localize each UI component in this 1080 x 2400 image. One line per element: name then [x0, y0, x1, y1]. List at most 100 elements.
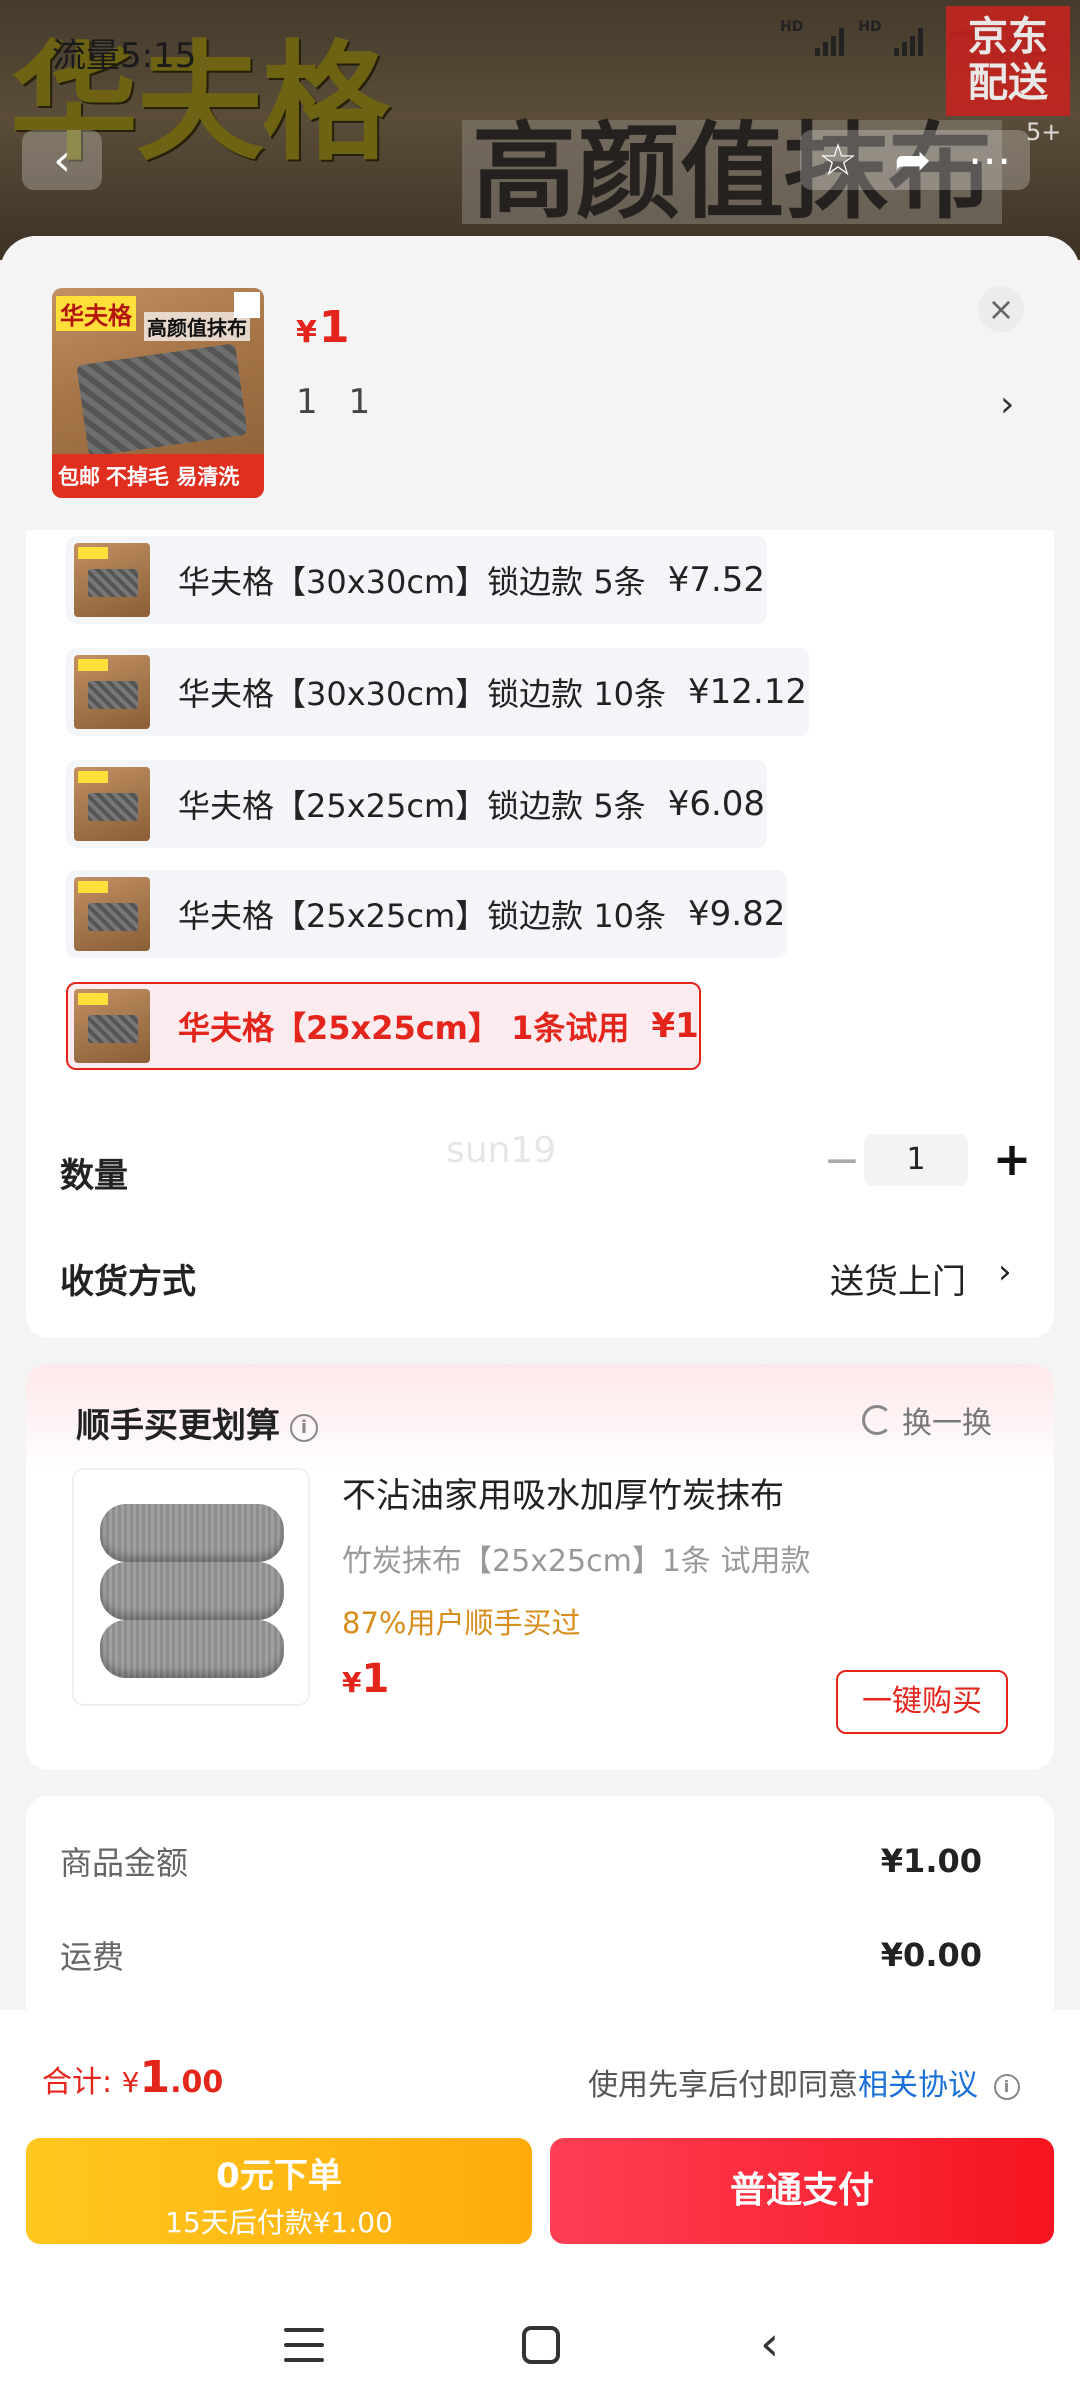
status-bar: 流量5:15 HD HD 63	[0, 0, 1080, 96]
towel-stack-top	[100, 1504, 284, 1562]
option-thumbnail	[74, 877, 150, 951]
thumb-footer: 包邮 不掉毛 易清洗	[52, 454, 264, 498]
recommendation-note: 87%用户顺手买过	[342, 1606, 581, 1640]
spec-option[interactable]: 华夫格【30x30cm】锁边款 10条 ¥12.12	[66, 648, 810, 736]
share-icon[interactable]: ➦	[894, 135, 931, 186]
badge-count: 5+	[1026, 118, 1062, 146]
recommendation-product-spec: 竹炭抹布【25x25cm】1条 试用款	[342, 1544, 811, 1579]
total-decimal: .00	[170, 2065, 224, 2100]
quantity-input[interactable]: 1	[864, 1134, 968, 1186]
option-thumbnail	[74, 989, 150, 1063]
option-price: ¥1	[651, 1006, 699, 1046]
home-icon[interactable]	[522, 2326, 560, 2364]
signal-icon	[815, 26, 845, 56]
system-navigation-bar: ‹	[0, 2310, 1080, 2400]
watermark: sun19	[446, 1130, 557, 1171]
recommendation-image[interactable]	[72, 1468, 310, 1706]
chevron-left-icon: ‹	[53, 134, 71, 186]
quantity-label: 数量	[60, 1156, 128, 1196]
goods-amount-label: 商品金额	[60, 1844, 189, 1882]
jd-mini-badge	[234, 292, 260, 318]
refresh-icon	[862, 1405, 892, 1435]
pay-later-button[interactable]: 0元下单 15天后付款¥1.00	[26, 2138, 532, 2244]
shipping-fee-value: ¥0.00	[880, 1936, 982, 1974]
spec-card: 华夫格【30x30cm】锁边款 5条 ¥7.52 华夫格【30x30cm】锁边款…	[26, 530, 1054, 1338]
option-price: ¥7.52	[667, 560, 766, 600]
delivery-label: 收货方式	[60, 1262, 196, 1302]
chevron-right-icon[interactable]: ›	[1000, 384, 1014, 425]
signal-icon-2	[893, 26, 923, 56]
goods-amount-value: ¥1.00	[880, 1842, 982, 1880]
total-label: 合计:	[42, 2065, 122, 2100]
spec-option-selected[interactable]: 华夫格【25x25cm】 1条试用 ¥1	[66, 982, 701, 1070]
swap-button[interactable]: 换一换	[862, 1398, 992, 1442]
recommendation-title: 顺手买更划算 i	[76, 1398, 318, 1447]
sheet-header: 华夫格 高颜值抹布 包邮 不掉毛 易清洗 ¥1 1 1 › ×	[0, 236, 1080, 530]
status-time: 流量5:15	[52, 36, 197, 76]
total-integer: 1	[139, 2052, 171, 2103]
agreement-notice: 使用先享后付即同意相关协议 i	[588, 2060, 1020, 2104]
total-symbol: ¥	[121, 2066, 140, 2099]
chevron-right-icon[interactable]: ›	[998, 1252, 1012, 1292]
recommendation-product-name[interactable]: 不沾油家用吸水加厚竹炭抹布	[342, 1468, 784, 1517]
towel-image	[76, 343, 248, 457]
option-label: 华夫格【25x25cm】 1条试用	[178, 1009, 630, 1047]
option-price: ¥12.12	[688, 672, 808, 712]
option-thumbnail	[74, 655, 150, 729]
option-label: 华夫格【25x25cm】锁边款 5条	[178, 787, 646, 825]
product-thumbnail[interactable]: 华夫格 高颜值抹布 包邮 不掉毛 易清洗	[52, 288, 264, 498]
price-symbol: ¥	[342, 1666, 362, 1699]
price-summary-card: 商品金额 ¥1.00 运费 ¥0.00	[26, 1796, 1054, 2036]
agreement-link[interactable]: 相关协议	[858, 2068, 978, 2103]
back-button[interactable]: ‹	[22, 130, 102, 190]
jd-delivery-badge: 京东 配送	[946, 6, 1070, 116]
option-label: 华夫格【30x30cm】锁边款 10条	[178, 675, 667, 713]
pay-later-subtitle: 15天后付款¥1.00	[165, 2206, 393, 2239]
spec-option[interactable]: 华夫格【25x25cm】锁边款 10条 ¥9.82	[66, 870, 788, 958]
recommendation-price: ¥1	[342, 1656, 389, 1702]
selected-spec-summary[interactable]: 1 1	[296, 382, 380, 422]
thumb-footer-text: 不掉毛 易清洗	[106, 465, 240, 489]
option-thumbnail	[74, 543, 150, 617]
spec-option[interactable]: 华夫格【30x30cm】锁边款 5条 ¥7.52	[66, 536, 768, 624]
signal-hd-label-2: HD	[858, 19, 882, 35]
swap-label: 换一换	[902, 1406, 992, 1441]
quantity-increase-button[interactable]: +	[982, 1130, 1042, 1190]
more-icon[interactable]: ⋯	[968, 135, 1012, 186]
option-price: ¥6.08	[667, 784, 766, 824]
quantity-decrease-button[interactable]: −	[812, 1136, 872, 1192]
delivery-value[interactable]: 送货上门	[830, 1254, 966, 1303]
spec-option[interactable]: 华夫格【25x25cm】锁边款 5条 ¥6.08	[66, 760, 768, 848]
thumb-footer-tag: 包邮	[58, 465, 100, 489]
option-label: 华夫格【30x30cm】锁边款 5条	[178, 563, 646, 601]
towel-stack-middle	[100, 1562, 284, 1620]
background-product-page: 华夫格 高颜值抹布 流量5:15 HD HD 63 京东 配送 5+ ‹ ☆ ➦…	[0, 0, 1080, 260]
price-value: 1	[318, 302, 350, 353]
price-symbol: ¥	[296, 315, 317, 350]
page-toolbar: ☆ ➦ ⋯	[800, 130, 1030, 190]
thumb-brand: 华夫格	[56, 296, 136, 331]
close-button[interactable]: ×	[978, 286, 1024, 332]
agreement-text: 使用先享后付即同意	[588, 2068, 858, 2103]
recommendation-card: 顺手买更划算 i 换一换 不沾油家用吸水加厚竹炭抹布 竹炭抹布【25x25cm】1…	[26, 1364, 1054, 1770]
normal-pay-button[interactable]: 普通支付	[550, 2138, 1054, 2244]
option-label: 华夫格【25x25cm】锁边款 10条	[178, 897, 667, 935]
price-value: 1	[361, 1656, 390, 1702]
towel-stack-bottom	[100, 1620, 284, 1678]
close-icon: ×	[987, 290, 1015, 328]
option-price: ¥9.82	[688, 894, 786, 934]
recommendation-title-text: 顺手买更划算	[76, 1406, 280, 1446]
info-icon[interactable]: i	[290, 1413, 318, 1442]
pay-later-title: 0元下单	[216, 2156, 342, 2196]
checkout-bar: 合计: ¥1.00 使用先享后付即同意相关协议 i 0元下单 15天后付款¥1.…	[0, 2010, 1080, 2400]
total-amount: 合计: ¥1.00	[42, 2052, 223, 2103]
selected-price: ¥1	[296, 302, 350, 353]
star-icon[interactable]: ☆	[818, 135, 857, 186]
signal-hd-label: HD	[780, 19, 804, 35]
option-thumbnail	[74, 767, 150, 841]
back-icon[interactable]: ‹	[760, 2320, 779, 2368]
info-icon[interactable]: i	[993, 2073, 1020, 2100]
shipping-fee-label: 运费	[60, 1938, 125, 1976]
one-click-buy-button[interactable]: 一键购买	[836, 1670, 1008, 1734]
menu-icon[interactable]	[284, 2328, 324, 2362]
